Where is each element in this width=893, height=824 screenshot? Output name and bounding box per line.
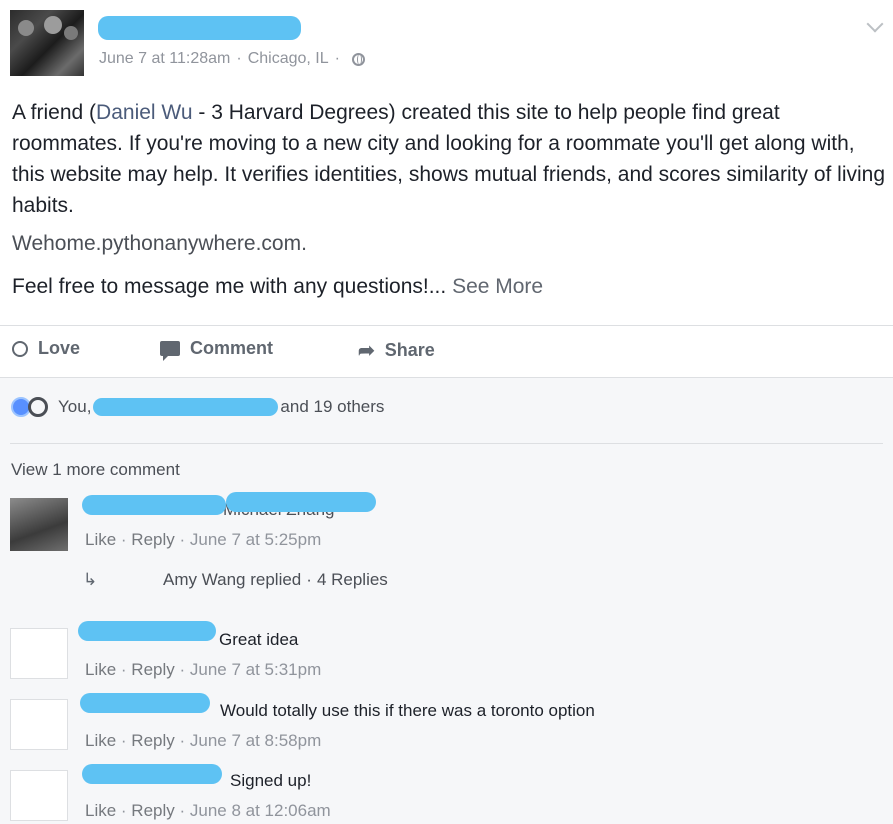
tagged-person-link[interactable]: Daniel Wu <box>96 101 193 124</box>
comment-label: Comment <box>190 338 274 358</box>
commenter-avatar[interactable] <box>10 770 68 821</box>
divider <box>10 443 883 444</box>
love-button[interactable]: Love <box>12 338 80 359</box>
comment-author-redacted <box>82 495 226 515</box>
reactions-suffix[interactable]: and 19 others <box>280 397 384 417</box>
replies-text: Amy Wang replied <box>163 570 302 589</box>
divider <box>0 377 893 378</box>
comment-icon <box>160 341 180 361</box>
reply-link[interactable]: Reply <box>131 731 174 750</box>
comment-time[interactable]: June 7 at 5:25pm <box>190 530 321 549</box>
like-link[interactable]: Like <box>85 660 116 679</box>
view-more-comments-link[interactable]: View 1 more comment <box>11 460 180 480</box>
like-link[interactable]: Like <box>85 731 116 750</box>
reactions-summary[interactable]: You, and 19 others <box>11 397 384 417</box>
comment-time[interactable]: June 7 at 5:31pm <box>190 660 321 679</box>
see-more-link[interactable]: See More <box>452 275 543 298</box>
reply-link[interactable]: Reply <box>131 801 174 820</box>
comment-text: Signed up! <box>230 771 312 790</box>
reactions-prefix: You, <box>58 397 92 416</box>
comment-author-redacted[interactable] <box>82 764 222 784</box>
comment-author-redacted[interactable] <box>78 621 216 641</box>
comments-section <box>0 377 893 824</box>
comment-time[interactable]: June 7 at 8:58pm <box>190 731 321 750</box>
post-location[interactable]: Chicago, IL <box>248 50 329 68</box>
share-button[interactable]: ➦ Share <box>358 338 435 363</box>
share-label: Share <box>384 340 435 360</box>
replies-summary[interactable]: ↳ Amy Wang replied · 4 Replies <box>83 570 388 590</box>
reactor-names-redacted <box>93 398 279 416</box>
comment-time[interactable]: June 8 at 12:06am <box>190 801 331 820</box>
like-link[interactable]: Like <box>85 801 116 820</box>
post-url-link[interactable]: Wehome.pythonanywhere.com. <box>12 232 307 256</box>
meta-separator: · <box>334 50 340 67</box>
post-text-2: Feel free to message me with any questio… <box>12 275 543 299</box>
love-icon <box>12 340 28 357</box>
author-name-redacted[interactable] <box>98 16 301 40</box>
love-label: Love <box>38 338 81 358</box>
commenter-avatar[interactable] <box>10 498 68 551</box>
commenter-avatar[interactable] <box>10 699 68 750</box>
replies-separator: · <box>306 570 312 589</box>
post-text: A friend (Daniel Wu - 3 Harvard Degrees)… <box>12 97 887 221</box>
commenter-avatar[interactable] <box>10 628 68 679</box>
comment-button[interactable]: Comment <box>160 338 274 361</box>
like-link[interactable]: Like <box>85 530 116 549</box>
love-reaction-icon <box>28 397 48 417</box>
comment-meta: Like · Reply · June 7 at 5:31pm <box>85 660 322 679</box>
comment-author-redacted <box>226 492 376 512</box>
reply-link[interactable]: Reply <box>131 660 174 679</box>
comment-meta: Like · Reply · June 7 at 8:58pm <box>85 731 322 750</box>
author-avatar[interactable] <box>10 10 84 76</box>
replies-count: 4 Replies <box>316 570 388 589</box>
globe-icon[interactable] <box>351 52 365 66</box>
share-icon: ➦ <box>358 340 375 362</box>
reply-arrow-icon: ↳ <box>83 570 98 589</box>
post-meta: June 7 at 11:28am · Chicago, IL · <box>99 50 365 68</box>
comment-text: Great idea <box>219 630 299 649</box>
post-time[interactable]: June 7 at 11:28am <box>99 50 230 68</box>
meta-separator: · <box>236 50 242 67</box>
chevron-down-icon[interactable] <box>866 15 884 33</box>
post-text-start: A friend ( <box>12 101 97 124</box>
comment-text: Would totally use this if there was a to… <box>220 701 595 720</box>
comment-meta: Like · Reply · June 7 at 5:25pm <box>85 530 322 549</box>
post-text-2-body: Feel free to message me with any questio… <box>12 275 447 298</box>
comment-meta: Like · Reply · June 8 at 12:06am <box>85 801 331 820</box>
comment-author-redacted[interactable] <box>80 693 210 713</box>
reply-link[interactable]: Reply <box>131 530 174 549</box>
divider <box>0 325 893 326</box>
